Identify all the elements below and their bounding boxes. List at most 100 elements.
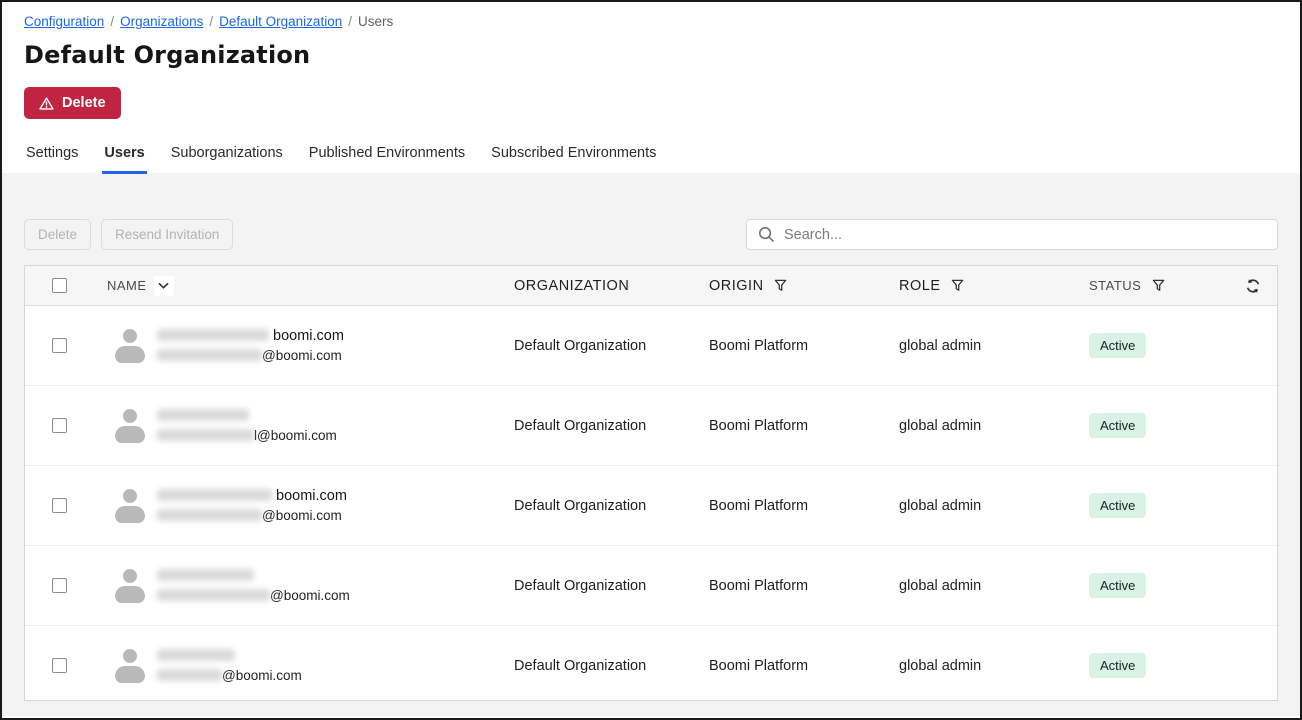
filter-funnel-icon: [774, 279, 787, 292]
role-cell: global admin: [899, 338, 1089, 354]
name-visible-text: boomi.com: [272, 488, 347, 504]
email-visible-text: @boomi.com: [222, 668, 302, 683]
refresh-button[interactable]: [1243, 276, 1263, 296]
status-badge: Active: [1089, 333, 1146, 358]
tab-bar: Settings Users Suborganizations Publishe…: [24, 139, 1278, 174]
breadcrumb-separator: /: [110, 14, 114, 29]
warning-triangle-icon: [39, 97, 54, 110]
breadcrumb-item[interactable]: Configuration: [24, 14, 104, 29]
role-cell: global admin: [899, 418, 1089, 434]
status-badge: Active: [1089, 653, 1146, 678]
email-visible-text: @boomi.com: [262, 508, 342, 523]
tab[interactable]: Suborganizations: [169, 139, 285, 174]
redacted-email: [157, 509, 262, 521]
user-avatar-icon: [115, 486, 145, 526]
origin-cell: Boomi Platform: [709, 418, 899, 434]
select-all-checkbox[interactable]: [52, 278, 67, 293]
resend-invitation-button[interactable]: Resend Invitation: [101, 219, 233, 250]
organization-cell: Default Organization: [514, 338, 709, 354]
page-header: Configuration / Organizations / Default …: [2, 2, 1300, 173]
organization-cell: Default Organization: [514, 578, 709, 594]
redacted-name: [157, 649, 235, 661]
breadcrumb-item[interactable]: Default Organization: [219, 14, 342, 29]
breadcrumb-item: Users: [358, 14, 393, 29]
table-body: boomi.com @boomi.com Default Organizatio…: [25, 306, 1277, 701]
row-checkbox[interactable]: [52, 418, 67, 433]
redacted-email: [157, 429, 254, 441]
breadcrumb-separator: /: [348, 14, 352, 29]
email-visible-text: l@boomi.com: [254, 428, 337, 443]
table-row: @boomi.com Default Organization Boomi Pl…: [25, 546, 1277, 626]
organization-cell: Default Organization: [514, 498, 709, 514]
table-row: boomi.com @boomi.com Default Organizatio…: [25, 306, 1277, 386]
status-badge: Active: [1089, 413, 1146, 438]
redacted-email: [157, 589, 270, 601]
organization-cell: Default Organization: [514, 418, 709, 434]
role-cell: global admin: [899, 658, 1089, 674]
user-avatar-icon: [115, 566, 145, 606]
user-avatar-icon: [115, 646, 145, 686]
name-sort-button[interactable]: [154, 276, 174, 296]
table-row: @boomi.com Default Organization Boomi Pl…: [25, 626, 1277, 701]
name-column-header: NAME: [107, 278, 147, 293]
redacted-name: [157, 409, 249, 421]
table-header-row: NAME ORGANIZATION ORIGIN: [25, 266, 1277, 306]
table-row: l@boomi.com Default Organization Boomi P…: [25, 386, 1277, 466]
origin-cell: Boomi Platform: [709, 578, 899, 594]
user-identity: @boomi.com: [157, 648, 302, 683]
user-identity: l@boomi.com: [157, 408, 337, 443]
tab[interactable]: Users: [102, 139, 146, 174]
row-checkbox[interactable]: [52, 578, 67, 593]
row-checkbox[interactable]: [52, 498, 67, 513]
user-avatar-icon: [115, 406, 145, 446]
role-cell: global admin: [899, 578, 1089, 594]
origin-column-header: ORIGIN: [709, 278, 764, 294]
page-title: Default Organization: [24, 41, 1278, 69]
organization-cell: Default Organization: [514, 658, 709, 674]
status-column-header: STATUS: [1089, 278, 1141, 293]
delete-organization-button[interactable]: Delete: [24, 87, 121, 119]
email-visible-text: @boomi.com: [262, 348, 342, 363]
name-visible-text: boomi.com: [269, 328, 344, 344]
role-column-header: ROLE: [899, 278, 941, 294]
users-table: NAME ORGANIZATION ORIGIN: [24, 265, 1278, 701]
redacted-name: [157, 329, 269, 341]
role-filter-button[interactable]: [948, 276, 968, 296]
tab[interactable]: Settings: [24, 139, 80, 174]
redacted-name: [157, 569, 254, 581]
user-avatar-icon: [115, 326, 145, 366]
redacted-email: [157, 669, 222, 681]
role-cell: global admin: [899, 498, 1089, 514]
email-visible-text: @boomi.com: [270, 588, 350, 603]
toolbar: Delete Resend Invitation: [24, 173, 1278, 250]
origin-cell: Boomi Platform: [709, 338, 899, 354]
search-icon: [758, 226, 775, 243]
table-row: boomi.com @boomi.com Default Organizatio…: [25, 466, 1277, 546]
refresh-icon: [1245, 278, 1261, 294]
filter-funnel-icon: [1152, 279, 1165, 292]
search-input[interactable]: [784, 227, 1266, 243]
row-checkbox[interactable]: [52, 338, 67, 353]
status-filter-button[interactable]: [1148, 276, 1168, 296]
breadcrumb: Configuration / Organizations / Default …: [24, 14, 1278, 29]
user-identity: boomi.com @boomi.com: [157, 488, 347, 523]
user-identity: @boomi.com: [157, 568, 350, 603]
tab[interactable]: Subscribed Environments: [489, 139, 658, 174]
bulk-actions: Delete Resend Invitation: [24, 219, 233, 250]
row-checkbox[interactable]: [52, 658, 67, 673]
organization-column-header: ORGANIZATION: [514, 278, 629, 294]
origin-filter-button[interactable]: [771, 276, 791, 296]
status-badge: Active: [1089, 573, 1146, 598]
redacted-email: [157, 349, 262, 361]
origin-cell: Boomi Platform: [709, 658, 899, 674]
chevron-down-icon: [158, 282, 169, 290]
user-identity: boomi.com @boomi.com: [157, 328, 344, 363]
users-panel: Delete Resend Invitation NAME: [2, 173, 1300, 716]
redacted-name: [157, 489, 272, 501]
origin-cell: Boomi Platform: [709, 498, 899, 514]
breadcrumb-separator: /: [209, 14, 213, 29]
search-box: [746, 219, 1278, 250]
delete-users-button[interactable]: Delete: [24, 219, 91, 250]
tab[interactable]: Published Environments: [307, 139, 467, 174]
breadcrumb-item[interactable]: Organizations: [120, 14, 203, 29]
